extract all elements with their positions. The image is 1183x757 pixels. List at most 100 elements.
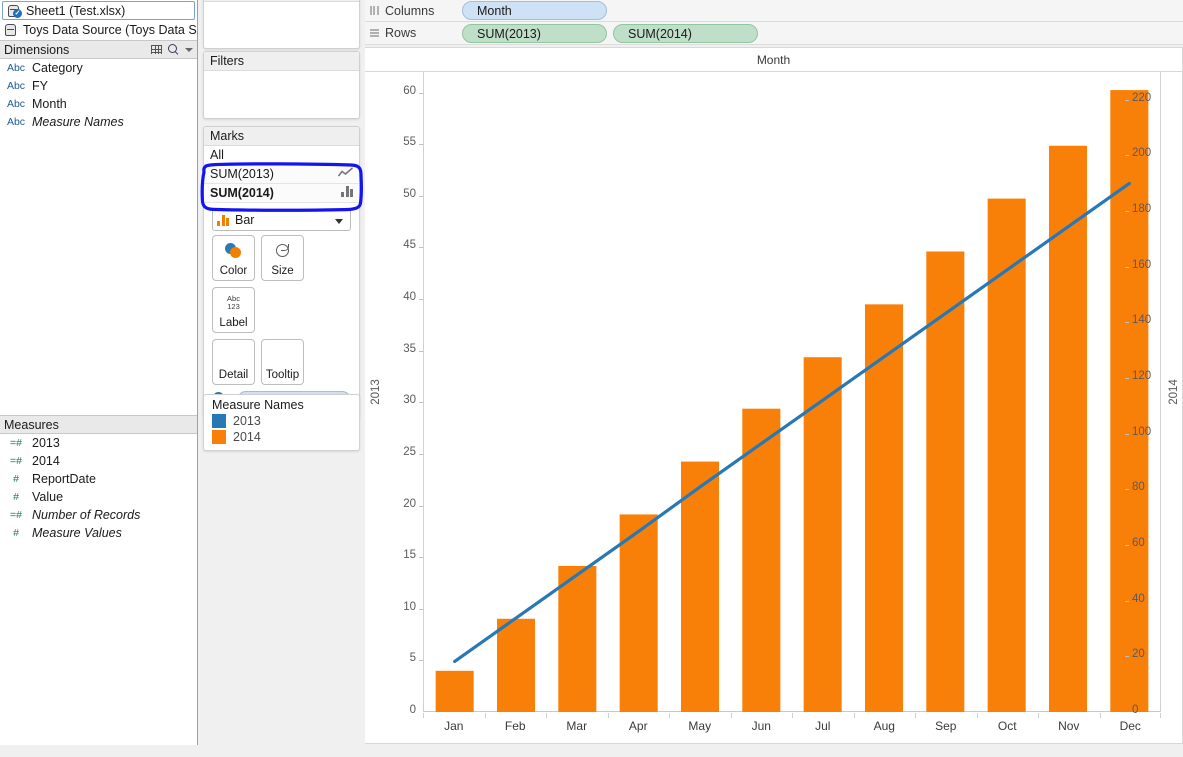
chart-bar[interactable] xyxy=(620,514,658,712)
measure-field-reportdate[interactable]: # ReportDate xyxy=(0,470,197,488)
axis-tick-label: 120 xyxy=(1132,370,1151,382)
chart-bar[interactable] xyxy=(681,462,719,712)
mark-type-dropdown[interactable]: Bar xyxy=(212,209,351,231)
color-button-label: Color xyxy=(220,265,247,277)
search-icon[interactable] xyxy=(168,44,179,55)
measures-section: Measures =# 2013 =# 2014 # ReportDate # … xyxy=(0,415,197,542)
plot-area[interactable] xyxy=(423,72,1161,712)
field-type-icon: =# xyxy=(4,455,28,467)
dimension-field-category[interactable]: Abc Category xyxy=(0,59,197,77)
mark-type-value: Bar xyxy=(235,213,254,227)
field-label: Value xyxy=(28,490,63,504)
color-button[interactable]: Color xyxy=(212,235,255,281)
dimension-field-fy[interactable]: Abc FY xyxy=(0,77,197,95)
field-label: 2013 xyxy=(28,436,60,450)
axis-tick-label: 40 xyxy=(403,291,416,303)
axis-tick-mark xyxy=(1125,489,1129,490)
field-label: Measure Values xyxy=(28,526,122,540)
dimensions-title: Dimensions xyxy=(4,43,151,57)
dimension-field-measure-names[interactable]: Abc Measure Names xyxy=(0,113,197,131)
measure-field-number-of-records[interactable]: =# Number of Records xyxy=(0,506,197,524)
measures-list: =# 2013 =# 2014 # ReportDate # Value =# xyxy=(0,434,197,542)
label-button[interactable]: Abc 123 Label xyxy=(212,287,255,333)
legend-item-2014[interactable]: 2014 xyxy=(204,429,359,450)
measure-field-value[interactable]: # Value xyxy=(0,488,197,506)
horizontal-scrollbar[interactable] xyxy=(0,745,1183,757)
chart-bar[interactable] xyxy=(926,251,964,712)
columns-shelf[interactable]: Columns Month xyxy=(365,0,1183,22)
chart-bar[interactable] xyxy=(497,619,535,712)
grid-view-icon[interactable] xyxy=(151,45,162,54)
color-legend-card: Measure Names 2013 2014 xyxy=(203,394,360,451)
size-button-label: Size xyxy=(271,265,293,277)
color-icon xyxy=(224,243,244,259)
detail-button[interactable]: Detail xyxy=(212,339,255,385)
axis-tick-label: 50 xyxy=(403,188,416,200)
datasource-item-sheet1[interactable]: ✓ Sheet1 (Test.xlsx) xyxy=(2,1,195,20)
shelf-pill-sum-2014[interactable]: SUM(2014) xyxy=(613,24,758,43)
field-type-icon: Abc xyxy=(4,116,28,128)
marks-row-sum-2013[interactable]: SUM(2013) xyxy=(204,165,359,184)
marks-row-label: All xyxy=(210,148,353,162)
rows-shelf[interactable]: Rows SUM(2013) SUM(2014) xyxy=(365,22,1183,45)
columns-label-text: Columns xyxy=(385,4,434,18)
axis-tick-label: 100 xyxy=(1132,426,1151,438)
axis-tick-label: 220 xyxy=(1132,92,1151,104)
y-axis-left-title: 2013 xyxy=(369,72,383,712)
marks-row-all[interactable]: All xyxy=(204,146,359,165)
legend-item-2013[interactable]: 2013 xyxy=(204,413,359,429)
label-icon-123: 123 xyxy=(227,302,240,311)
field-label: FY xyxy=(28,79,48,93)
chevron-down-icon[interactable] xyxy=(185,48,193,52)
columns-shelf-label: Columns xyxy=(370,4,462,18)
size-button[interactable]: Size xyxy=(261,235,304,281)
tooltip-button-label: Tooltip xyxy=(266,369,299,381)
field-label: ReportDate xyxy=(28,472,96,486)
measures-header: Measures xyxy=(0,415,197,434)
chart-bar[interactable] xyxy=(558,566,596,712)
shelf-pill-sum-2013[interactable]: SUM(2013) xyxy=(462,24,607,43)
x-axis-tick-label: Aug xyxy=(854,713,916,743)
rows-shelf-label: Rows xyxy=(370,26,462,40)
bar-chart-icon xyxy=(335,186,353,200)
chart-bar[interactable] xyxy=(988,199,1026,712)
dimension-field-month[interactable]: Abc Month xyxy=(0,95,197,113)
x-axis-tick-label: May xyxy=(669,713,731,743)
field-type-icon: # xyxy=(4,473,28,485)
measure-field-measure-values[interactable]: # Measure Values xyxy=(0,524,197,542)
chart-bar[interactable] xyxy=(1049,146,1087,712)
axis-tick-label: 20 xyxy=(1132,648,1145,660)
tooltip-button[interactable]: Tooltip xyxy=(261,339,304,385)
measure-field-2014[interactable]: =# 2014 xyxy=(0,452,197,470)
mark-buttons-row-1: Color Size Abc 123 Label xyxy=(204,235,359,333)
chart-line[interactable] xyxy=(455,183,1130,661)
axis-tick-label: 5 xyxy=(410,652,416,664)
axis-tick-mark xyxy=(1125,322,1129,323)
pages-card-dropzone[interactable] xyxy=(204,2,359,48)
chevron-down-icon[interactable] xyxy=(335,219,343,224)
y-axis-right-ticks: 020406080100120140160180200220 xyxy=(1125,72,1165,712)
dimensions-header: Dimensions xyxy=(0,40,197,59)
axis-tick-mark xyxy=(1125,434,1129,435)
x-axis-tick-label: Oct xyxy=(977,713,1039,743)
x-axis-tick-label: Nov xyxy=(1038,713,1100,743)
x-axis-tick-label: Apr xyxy=(608,713,670,743)
field-type-icon: # xyxy=(4,527,28,539)
datasource-item-toys[interactable]: Toys Data Source (Toys Data S... xyxy=(0,20,197,40)
axis-tick-mark xyxy=(1125,656,1129,657)
filters-card-dropzone[interactable] xyxy=(204,71,359,118)
axis-tick-label: 160 xyxy=(1132,259,1151,271)
shelf-pill-month[interactable]: Month xyxy=(462,1,607,20)
field-type-icon: Abc xyxy=(4,62,28,74)
axis-tick-mark xyxy=(1125,378,1129,379)
axis-tick-label: 40 xyxy=(1132,593,1145,605)
axis-tick-mark xyxy=(1125,601,1129,602)
axis-tick-label: 0 xyxy=(410,704,416,716)
measure-field-2013[interactable]: =# 2013 xyxy=(0,434,197,452)
datasource-icon: ✓ xyxy=(6,4,22,18)
marks-row-sum-2014[interactable]: SUM(2014) xyxy=(204,184,359,203)
axis-tick-label: 60 xyxy=(403,85,416,97)
chart-bar[interactable] xyxy=(436,671,474,712)
cards-column: Pages Filters Marks All SUM(2013) SUM xyxy=(198,0,365,757)
axis-tick-label: 55 xyxy=(403,136,416,148)
